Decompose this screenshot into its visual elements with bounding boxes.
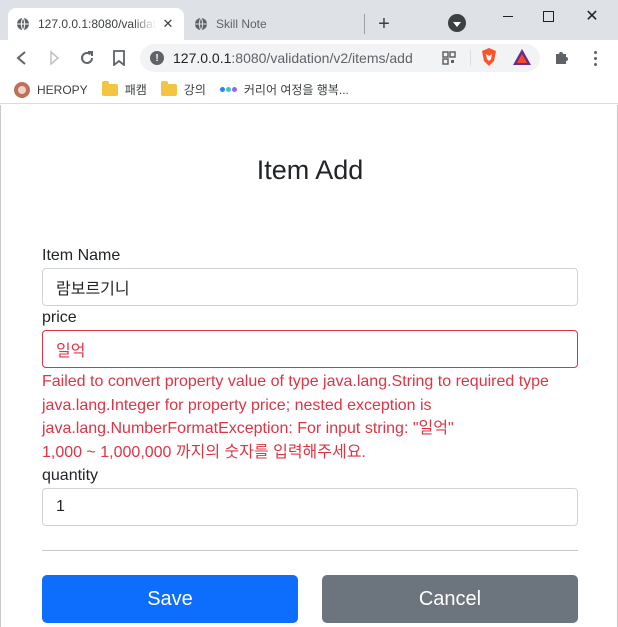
price-type-mismatch-error: Failed to convert property value of type…: [42, 373, 549, 437]
url-path: :8080/validation/v2/items/add: [231, 50, 413, 66]
globe-icon: [194, 17, 208, 31]
bookmark-icon[interactable]: [107, 46, 131, 70]
address-url: 127.0.0.1:8080/validation/v2/items/add: [173, 50, 413, 66]
minimize-icon[interactable]: [486, 0, 530, 32]
folder-icon: [101, 80, 118, 96]
dots-logo-icon: [219, 87, 237, 92]
qr-code-icon[interactable]: [442, 51, 456, 65]
folder-icon: [160, 80, 177, 96]
extensions-puzzle-icon[interactable]: [554, 49, 570, 65]
toolbar-divider: [470, 50, 471, 66]
bookmark-label: HEROPY: [37, 82, 88, 97]
new-tab-plus-icon[interactable]: +: [372, 12, 396, 36]
form-divider: [42, 550, 578, 551]
price-error-message: Failed to convert property value of type…: [42, 370, 578, 464]
avatar-icon: [14, 81, 30, 98]
quantity-group: quantity: [42, 466, 578, 526]
tab-close-icon[interactable]: ✕: [160, 16, 176, 32]
item-name-group: Item Name: [42, 246, 578, 306]
menu-kebab-icon[interactable]: [588, 48, 602, 68]
bookmark-label: 강의: [183, 83, 206, 97]
price-label: price: [42, 309, 77, 326]
bookmarks-bar: HEROPY 패캠 강의 커리어 여정을 행복...: [0, 76, 618, 104]
site-info-icon[interactable]: !: [150, 51, 164, 65]
quantity-label: quantity: [42, 467, 99, 484]
item-name-label: Item Name: [42, 247, 121, 264]
price-input[interactable]: [42, 330, 578, 368]
price-group: price Failed to convert property value o…: [42, 308, 578, 464]
item-name-input[interactable]: [42, 268, 578, 306]
rewards-triangle-icon[interactable]: [512, 48, 532, 66]
browser-toolbar: ! 127.0.0.1:8080/validation/v2/items/add: [0, 40, 618, 76]
reload-icon[interactable]: [75, 46, 99, 70]
back-icon[interactable]: [10, 46, 34, 70]
brave-shield-icon[interactable]: [480, 47, 498, 67]
tab-title: 127.0.0.1:8080/validation/v2/items/add: [38, 17, 156, 31]
bookmark-folder-lectures[interactable]: 강의: [160, 80, 206, 98]
forward-icon[interactable]: [42, 46, 66, 70]
maximize-icon[interactable]: [526, 0, 570, 32]
tab-skill-note[interactable]: Skill Note: [186, 8, 364, 40]
cancel-button[interactable]: Cancel: [322, 575, 578, 623]
globe-icon: [16, 17, 30, 31]
window-close-icon[interactable]: ✕: [570, 0, 614, 32]
bookmark-heropy[interactable]: HEROPY: [14, 81, 88, 98]
tab-title: Skill Note: [216, 17, 267, 31]
save-button[interactable]: Save: [42, 575, 298, 623]
price-range-error: 1,000 ~ 1,000,000 까지의 숫자를 입력해주세요.: [42, 443, 366, 461]
url-host: 127.0.0.1: [173, 50, 232, 66]
tab-strip: 127.0.0.1:8080/validation/v2/items/add ✕…: [0, 0, 618, 40]
tab-items-add[interactable]: 127.0.0.1:8080/validation/v2/items/add ✕: [8, 8, 184, 40]
quantity-input[interactable]: [42, 488, 578, 526]
bookmark-label: 커리어 여정을 행복...: [243, 83, 349, 97]
tab-search-icon[interactable]: [448, 14, 466, 32]
page-content: Item Add Item Name price Failed to conve…: [0, 105, 618, 627]
page-title: Item Add: [256, 155, 364, 185]
bookmark-label: 패캠: [124, 83, 147, 97]
bookmark-folder-fastcampus[interactable]: 패캠: [101, 80, 147, 98]
tab-separator: [364, 14, 365, 34]
bookmark-career[interactable]: 커리어 여정을 행복...: [219, 81, 349, 98]
